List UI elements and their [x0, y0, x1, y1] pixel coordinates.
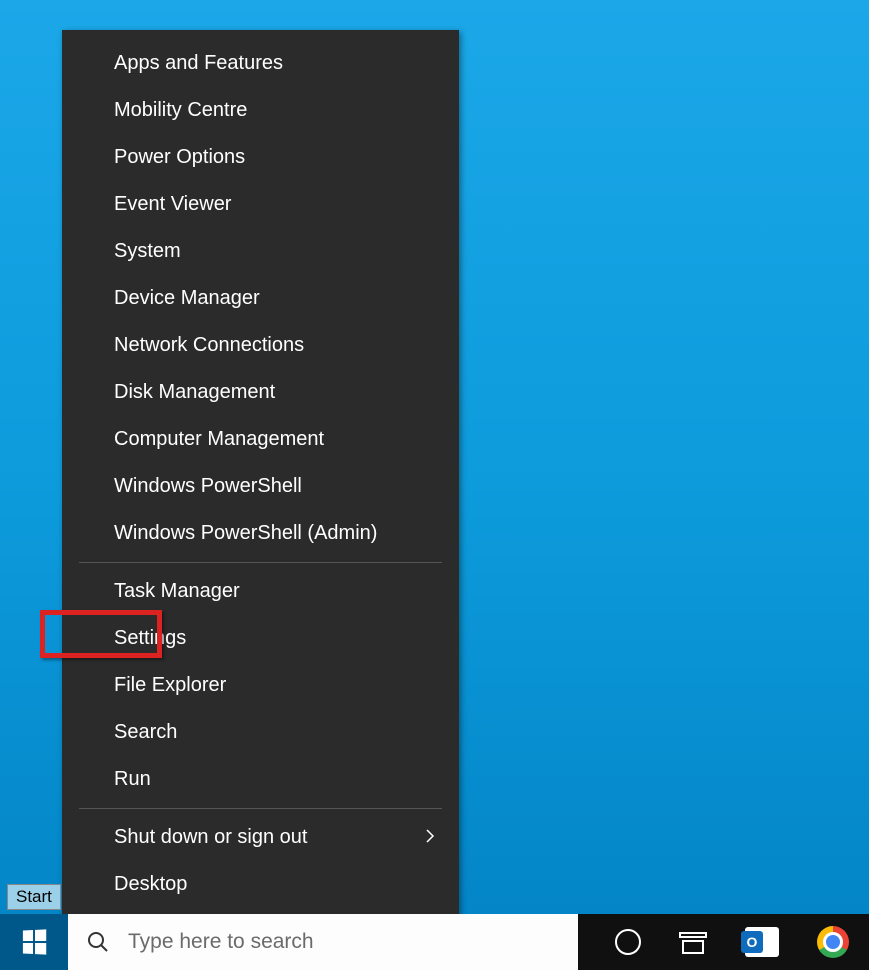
menu-label: Apps and Features — [114, 52, 283, 75]
taskbar-right: O — [615, 926, 869, 958]
cortana-icon[interactable] — [615, 929, 641, 955]
menu-label: Windows PowerShell — [114, 475, 302, 498]
menu-label: Mobility Centre — [114, 99, 247, 122]
menu-item-power-options[interactable]: Power Options — [62, 134, 459, 181]
menu-item-desktop[interactable]: Desktop — [62, 861, 459, 908]
outlook-icon[interactable]: O — [745, 927, 779, 957]
menu-label: Disk Management — [114, 381, 275, 404]
menu-divider — [79, 808, 442, 809]
menu-label: Windows PowerShell (Admin) — [114, 522, 377, 545]
start-button[interactable] — [0, 914, 68, 970]
menu-label: Network Connections — [114, 334, 304, 357]
menu-item-system[interactable]: System — [62, 228, 459, 275]
menu-item-run[interactable]: Run — [62, 756, 459, 803]
chevron-right-icon — [425, 828, 435, 847]
taskbar-search-box[interactable]: Type here to search — [68, 914, 578, 970]
winx-context-menu: Apps and Features Mobility Centre Power … — [62, 30, 459, 918]
search-placeholder: Type here to search — [128, 930, 314, 954]
menu-item-task-manager[interactable]: Task Manager — [62, 568, 459, 615]
menu-item-apps-features[interactable]: Apps and Features — [62, 40, 459, 87]
menu-label: File Explorer — [114, 674, 226, 697]
search-icon — [86, 930, 110, 954]
start-tooltip: Start — [7, 884, 61, 910]
chrome-icon[interactable] — [817, 926, 849, 958]
menu-label: Shut down or sign out — [114, 826, 307, 849]
menu-item-shutdown-signout[interactable]: Shut down or sign out — [62, 814, 459, 861]
menu-item-powershell-admin[interactable]: Windows PowerShell (Admin) — [62, 510, 459, 557]
menu-label: Computer Management — [114, 428, 324, 451]
menu-label: Settings — [114, 627, 186, 650]
menu-item-device-manager[interactable]: Device Manager — [62, 275, 459, 322]
menu-label: Task Manager — [114, 580, 240, 603]
menu-label: Search — [114, 721, 177, 744]
menu-label: Desktop — [114, 873, 187, 896]
menu-item-mobility-centre[interactable]: Mobility Centre — [62, 87, 459, 134]
taskbar: Type here to search O — [0, 914, 869, 970]
menu-item-file-explorer[interactable]: File Explorer — [62, 662, 459, 709]
menu-item-search[interactable]: Search — [62, 709, 459, 756]
task-view-icon[interactable] — [679, 928, 707, 956]
menu-item-powershell[interactable]: Windows PowerShell — [62, 463, 459, 510]
menu-item-disk-management[interactable]: Disk Management — [62, 369, 459, 416]
windows-logo-icon — [23, 929, 46, 954]
menu-label: Device Manager — [114, 287, 260, 310]
menu-divider — [79, 562, 442, 563]
menu-label: Run — [114, 768, 151, 791]
menu-item-settings[interactable]: Settings — [62, 615, 459, 662]
menu-label: Power Options — [114, 146, 245, 169]
menu-item-computer-management[interactable]: Computer Management — [62, 416, 459, 463]
menu-item-event-viewer[interactable]: Event Viewer — [62, 181, 459, 228]
menu-item-network-connections[interactable]: Network Connections — [62, 322, 459, 369]
menu-label: System — [114, 240, 181, 263]
menu-label: Event Viewer — [114, 193, 231, 216]
